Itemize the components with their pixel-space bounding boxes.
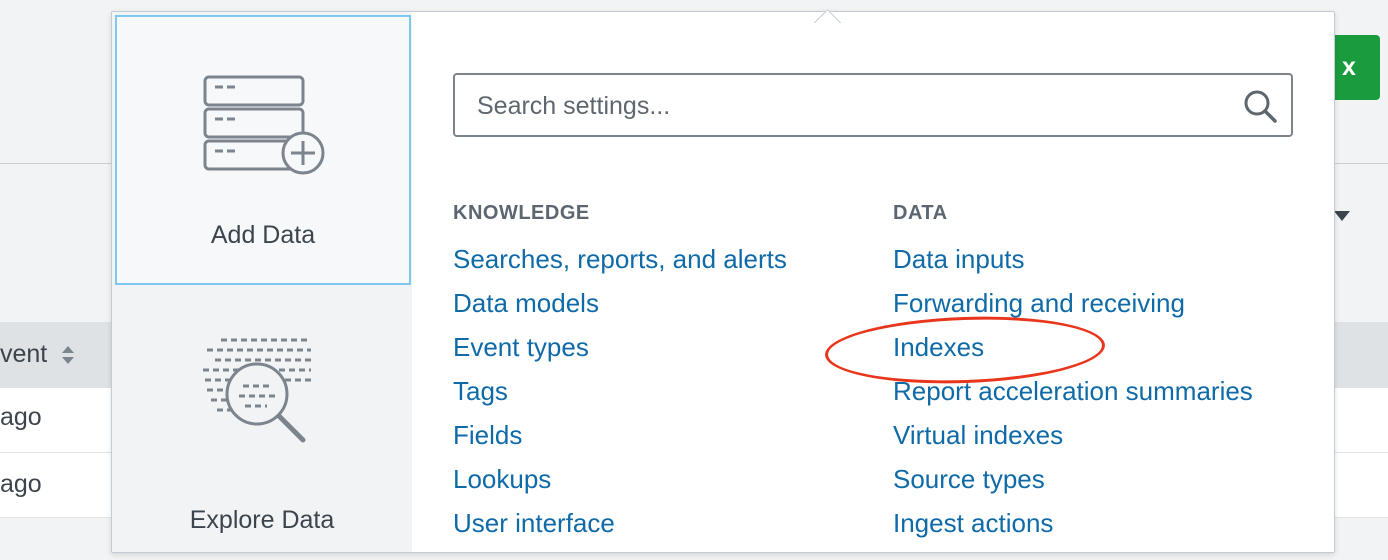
- data-section: DATA Data inputs Forwarding and receivin…: [893, 202, 1253, 551]
- link-lookups[interactable]: Lookups: [453, 463, 787, 507]
- add-data-label: Add Data: [210, 221, 316, 249]
- link-fields[interactable]: Fields: [453, 419, 787, 463]
- panel-pointer: [814, 9, 841, 36]
- row-time: ago: [0, 470, 42, 498]
- link-searches-reports-alerts[interactable]: Searches, reports, and alerts: [453, 243, 787, 287]
- link-data-inputs[interactable]: Data inputs: [893, 243, 1253, 287]
- link-forwarding-receiving[interactable]: Forwarding and receiving: [893, 287, 1253, 331]
- link-user-interface[interactable]: User interface: [453, 507, 787, 551]
- search-settings-box: [453, 73, 1293, 137]
- search-icon[interactable]: [1243, 89, 1277, 123]
- link-report-acceleration-summaries[interactable]: Report acceleration summaries: [893, 375, 1253, 419]
- link-virtual-indexes[interactable]: Virtual indexes: [893, 419, 1253, 463]
- explore-data-tile[interactable]: Explore Data: [115, 292, 409, 560]
- quick-actions-column: Add Data Explore Data: [112, 12, 412, 552]
- link-tags[interactable]: Tags: [453, 375, 787, 419]
- search-settings-input[interactable]: [475, 75, 1239, 137]
- primary-action-button[interactable]: x: [1328, 35, 1380, 100]
- data-heading: DATA: [893, 202, 948, 224]
- settings-menu-panel: Add Data Explore Data KNOWLEDGE Searches…: [111, 9, 1335, 553]
- column-header-event[interactable]: vent: [0, 340, 47, 369]
- sort-icon[interactable]: [60, 343, 76, 367]
- caret-down-icon[interactable]: [1333, 210, 1351, 222]
- explore-data-label: Explore Data: [189, 506, 335, 534]
- row-time: ago: [0, 403, 42, 431]
- link-data-models[interactable]: Data models: [453, 287, 787, 331]
- explore-data-icon: [203, 338, 311, 443]
- knowledge-heading: KNOWLEDGE: [453, 202, 590, 224]
- link-indexes[interactable]: Indexes: [893, 331, 1253, 375]
- knowledge-section: KNOWLEDGE Searches, reports, and alerts …: [453, 202, 787, 551]
- link-source-types[interactable]: Source types: [893, 463, 1253, 507]
- add-data-icon: [203, 75, 325, 175]
- link-ingest-actions[interactable]: Ingest actions: [893, 507, 1253, 551]
- add-data-tile[interactable]: Add Data: [115, 15, 411, 285]
- link-event-types[interactable]: Event types: [453, 331, 787, 375]
